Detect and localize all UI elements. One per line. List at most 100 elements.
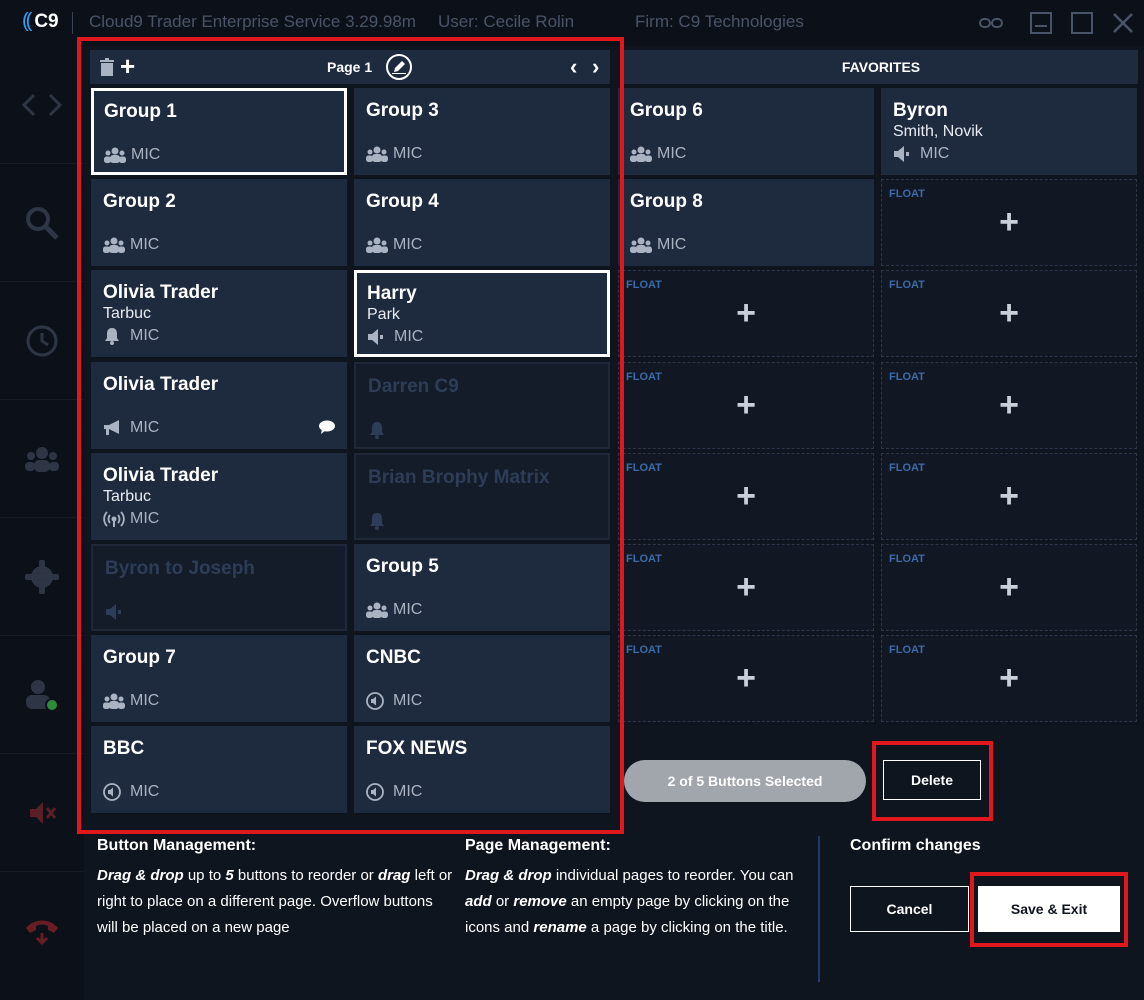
edit-icon[interactable] xyxy=(386,54,412,80)
chat-bubble-icon[interactable] xyxy=(319,420,335,439)
mic-label: MIC xyxy=(131,146,161,163)
page-button[interactable]: CNBC MIC xyxy=(354,635,610,723)
add-icon[interactable]: + xyxy=(882,476,1136,516)
page-button[interactable]: Byron to Joseph xyxy=(91,544,347,631)
button-subtitle: Park xyxy=(367,306,400,324)
button-name: Group 6 xyxy=(630,100,703,121)
page-button[interactable]: Darren C9 xyxy=(354,361,610,449)
mic-status: MIC xyxy=(103,692,159,710)
button-name: Group 8 xyxy=(630,191,703,212)
button-subtitle: Smith, Novik xyxy=(893,123,983,140)
add-icon[interactable]: + xyxy=(882,385,1136,425)
title-separator xyxy=(72,12,73,34)
favorite-button[interactable]: Byron Smith, Novik MIC xyxy=(881,88,1137,175)
page-title[interactable]: Page 1 xyxy=(327,59,372,75)
float-slot[interactable]: FLOAT + xyxy=(881,179,1137,266)
mic-status: MIC xyxy=(366,601,422,619)
add-icon[interactable]: + xyxy=(619,567,873,607)
mic-status: MIC xyxy=(630,236,686,254)
prev-page-icon[interactable]: ‹ xyxy=(570,54,577,80)
mic-status xyxy=(368,512,390,530)
group-icon xyxy=(103,693,125,710)
float-label: FLOAT xyxy=(889,461,925,474)
add-icon[interactable]: + xyxy=(882,567,1136,607)
bell-icon xyxy=(103,327,125,346)
mic-status: MIC xyxy=(367,328,423,346)
trash-icon[interactable] xyxy=(100,58,114,81)
save-exit-button[interactable]: Save & Exit xyxy=(978,886,1120,932)
page-button[interactable]: Group 2 MIC xyxy=(91,179,347,267)
group-icon xyxy=(630,237,652,253)
mic-status: MIC xyxy=(366,692,422,711)
page-button[interactable]: Olivia Trader Tarbuc MIC xyxy=(91,452,347,540)
add-icon[interactable]: + xyxy=(619,658,873,698)
float-slot[interactable]: FLOAT + xyxy=(618,544,874,631)
page-button[interactable]: Group 1 MIC xyxy=(91,88,347,175)
search-icon[interactable] xyxy=(0,164,84,282)
page-button[interactable]: Group 7 MIC xyxy=(91,635,347,723)
next-page-icon[interactable]: › xyxy=(592,54,599,80)
button-name: Group 7 xyxy=(103,647,176,669)
minimize-icon[interactable] xyxy=(1028,10,1054,36)
float-slot[interactable]: FLOAT + xyxy=(618,452,874,540)
mic-label: MIC xyxy=(920,145,950,162)
cancel-button[interactable]: Cancel xyxy=(850,886,969,932)
button-name: Group 2 xyxy=(103,191,176,213)
page-button[interactable]: Brian Brophy Matrix xyxy=(354,452,610,540)
page-button[interactable]: FOX NEWS MIC xyxy=(354,726,610,814)
page-button[interactable]: Olivia Trader MIC xyxy=(91,361,347,449)
settings-icon[interactable] xyxy=(0,518,84,636)
mic-label: MIC xyxy=(130,418,160,436)
button-name: FOX NEWS xyxy=(366,738,468,760)
group-icon xyxy=(104,147,126,163)
button-subtitle: Tarbuc xyxy=(103,487,152,505)
float-slot[interactable]: FLOAT + xyxy=(881,544,1137,631)
delete-button[interactable]: Delete xyxy=(883,760,981,800)
help-divider xyxy=(818,836,820,982)
button-name: Olivia Trader xyxy=(103,282,219,304)
page-button[interactable]: Olivia Trader Tarbuc MIC xyxy=(91,270,347,358)
favorite-button[interactable]: Group 8 MIC xyxy=(618,179,874,266)
add-icon[interactable]: + xyxy=(619,476,873,516)
float-slot[interactable]: FLOAT + xyxy=(618,635,874,723)
add-icon[interactable]: + xyxy=(882,658,1136,698)
float-slot[interactable]: FLOAT + xyxy=(881,452,1137,540)
mic-status xyxy=(368,421,390,439)
history-icon[interactable] xyxy=(0,282,84,400)
contacts-icon[interactable] xyxy=(0,400,84,518)
add-icon[interactable]: + xyxy=(619,293,873,333)
float-slot[interactable]: FLOAT + xyxy=(618,361,874,449)
float-label: FLOAT xyxy=(626,370,662,383)
add-icon[interactable]: + xyxy=(882,202,1136,242)
firm-label: Firm: C9 Technologies xyxy=(635,12,804,31)
button-name: Darren C9 xyxy=(368,375,459,397)
button-name: Brian Brophy Matrix xyxy=(368,466,550,488)
code-icon[interactable] xyxy=(0,46,84,164)
button-name: Olivia Trader xyxy=(103,464,219,486)
page-management-text: Drag & drop individual pages to reorder.… xyxy=(465,867,794,936)
favorite-button[interactable]: Group 6 MIC xyxy=(618,88,874,175)
close-icon[interactable] xyxy=(1110,10,1136,36)
mic-label: MIC xyxy=(130,509,160,527)
link-icon[interactable] xyxy=(978,10,1004,36)
page-button[interactable]: BBC MIC xyxy=(91,726,347,814)
float-slot[interactable]: FLOAT + xyxy=(618,270,874,358)
hangup-icon[interactable] xyxy=(0,872,84,990)
page-button[interactable]: Harry Park MIC xyxy=(354,270,610,358)
float-slot[interactable]: FLOAT + xyxy=(881,270,1137,358)
mute-icon[interactable] xyxy=(0,754,84,872)
add-icon[interactable]: + xyxy=(619,385,873,425)
title-bar: ((C9 Cloud9 Trader Enterprise Service 3.… xyxy=(0,0,1144,46)
page-button[interactable]: Group 5 MIC xyxy=(354,544,610,631)
user-status-icon[interactable] xyxy=(0,636,84,754)
add-page-icon[interactable]: + xyxy=(120,53,135,79)
page-button[interactable]: Group 4 MIC xyxy=(354,179,610,267)
float-slot[interactable]: FLOAT + xyxy=(881,361,1137,449)
button-name: Group 5 xyxy=(366,556,439,577)
page-button[interactable]: Group 3 MIC xyxy=(354,88,610,175)
mic-status xyxy=(105,603,127,621)
float-slot[interactable]: FLOAT + xyxy=(881,635,1137,723)
add-icon[interactable]: + xyxy=(882,293,1136,333)
maximize-icon[interactable] xyxy=(1069,10,1095,36)
bell-icon xyxy=(368,512,390,530)
